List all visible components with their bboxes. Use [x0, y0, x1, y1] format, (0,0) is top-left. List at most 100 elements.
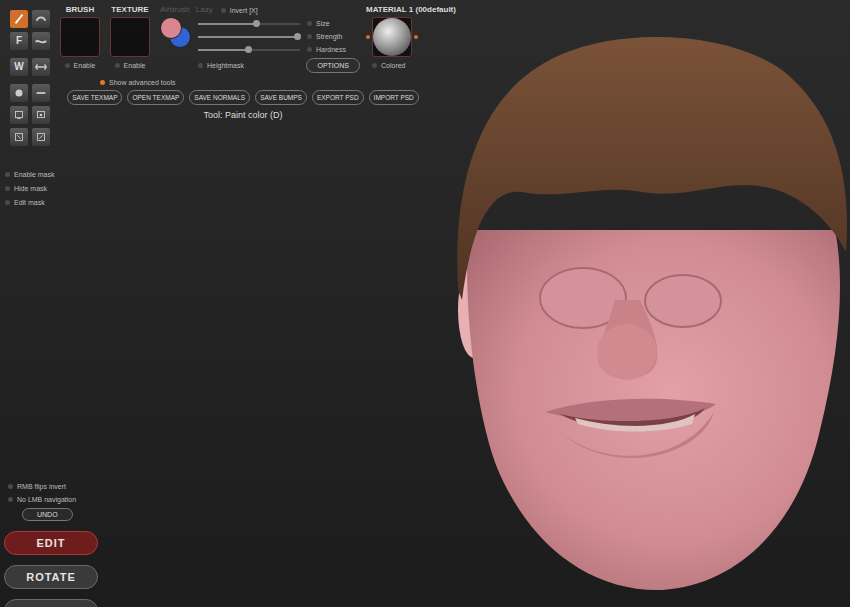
undo-button[interactable]: UNDO — [22, 508, 73, 521]
slider-label-checkbox[interactable] — [307, 21, 312, 26]
sliders: Size Strength Hardness — [198, 17, 346, 56]
heightmask-checkbox[interactable] — [198, 63, 203, 68]
brush-enable[interactable]: Enable — [65, 61, 96, 70]
file-button[interactable]: SAVE TEXMAP — [67, 90, 122, 105]
brush-bottom: Heightmask OPTIONS — [160, 58, 360, 73]
mode-button[interactable]: EDIT — [4, 531, 98, 555]
tool-button[interactable] — [32, 106, 50, 124]
slider-label[interactable]: Size — [307, 19, 330, 28]
mode-buttons: EDIT ROTATE — [4, 531, 850, 607]
app-window: FWBRUSHEnableTEXTUREEnableAirbrushLazyIn… — [0, 0, 850, 607]
tool-button[interactable] — [10, 128, 28, 146]
toolbar-row — [10, 128, 60, 146]
file-button[interactable]: IMPORT PSD — [369, 90, 419, 105]
material-colored[interactable]: Colored — [372, 61, 406, 70]
brush-slot[interactable] — [60, 17, 100, 57]
tool-icon — [34, 60, 48, 74]
toolbar-row: W — [10, 58, 60, 76]
material-colored-label: Colored — [381, 61, 406, 70]
brush-enable-label: Enable — [74, 61, 96, 70]
mask-option-checkbox[interactable] — [5, 200, 10, 205]
mask-option-label: Hide mask — [14, 184, 47, 193]
tool-button[interactable] — [32, 10, 50, 28]
slider-track[interactable] — [198, 23, 300, 25]
mask-option[interactable]: Edit mask — [5, 198, 850, 207]
options-button[interactable]: OPTIONS — [306, 58, 360, 73]
color-swatch[interactable] — [160, 17, 182, 39]
file-button[interactable]: SAVE BUMPS — [255, 90, 307, 105]
show-advanced[interactable]: Show advanced tools — [100, 78, 476, 87]
option-label[interactable]: Lazy — [196, 5, 213, 15]
tool-button[interactable] — [32, 32, 50, 50]
material-prev-dot[interactable] — [366, 35, 370, 39]
tool-button[interactable] — [32, 84, 50, 102]
tool-label: W — [14, 61, 23, 73]
material-sphere-icon — [373, 18, 411, 56]
option-toggle-label: Invert [X] — [230, 6, 258, 15]
mask-option-label: Enable mask — [14, 170, 54, 179]
file-button[interactable]: EXPORT PSD — [312, 90, 364, 105]
texture-label: TEXTURE — [111, 5, 148, 15]
tool-status: Tool: Paint color (D) — [203, 110, 282, 121]
mask-option-checkbox[interactable] — [5, 172, 10, 177]
material-preview — [366, 17, 418, 57]
bottom-option-checkbox[interactable] — [8, 497, 13, 502]
tool-label: F — [16, 35, 22, 47]
texture-enable[interactable]: Enable — [115, 61, 146, 70]
show-advanced-checkbox[interactable] — [100, 80, 105, 85]
mask-option[interactable]: Hide mask — [5, 184, 850, 193]
file-actions: SAVE TEXMAP OPEN TEXMAP SAVE NORMALS SAVE B… — [58, 90, 428, 121]
slider-label[interactable]: Hardness — [307, 45, 346, 54]
bottom-option[interactable]: RMB flips invert — [8, 482, 850, 491]
tool-button[interactable]: W — [10, 58, 28, 76]
slider-knob[interactable] — [253, 20, 260, 27]
viewport-head-model[interactable] — [0, 0, 850, 607]
material-slot[interactable] — [372, 17, 412, 57]
panel-row: BRUSH Enable TEXTURE Enable Airbrush Lazy Inve… — [60, 5, 476, 73]
brush-enable-checkbox[interactable] — [65, 63, 70, 68]
tool-button[interactable] — [32, 128, 50, 146]
tool-button[interactable] — [32, 58, 50, 76]
file-buttons: SAVE TEXMAP OPEN TEXMAP SAVE NORMALS SAVE B… — [67, 90, 419, 105]
file-button[interactable]: OPEN TEXMAP — [127, 90, 184, 105]
slider-label-checkbox[interactable] — [307, 34, 312, 39]
option-toggle[interactable]: Invert [X] — [221, 6, 258, 15]
option-label[interactable]: Airbrush — [160, 5, 190, 15]
material-colored-checkbox[interactable] — [372, 63, 377, 68]
toolbar-row: F — [10, 32, 60, 50]
toolbar: FW — [0, 5, 60, 146]
slider-label[interactable]: Strength — [307, 32, 342, 41]
brush-label: BRUSH — [66, 5, 94, 15]
tool-icon — [34, 86, 48, 100]
tool-button[interactable] — [10, 10, 28, 28]
texture-enable-checkbox[interactable] — [115, 63, 120, 68]
slider-label-checkbox[interactable] — [307, 47, 312, 52]
slider-track[interactable] — [198, 49, 300, 51]
material-label: MATERIAL 1 (00default) — [366, 5, 456, 15]
option-toggle-checkbox[interactable] — [221, 8, 226, 13]
tool-button[interactable] — [10, 84, 28, 102]
texture-slot[interactable] — [110, 17, 150, 57]
slider-fill — [198, 23, 256, 25]
slider-knob[interactable] — [245, 46, 252, 53]
tool-button[interactable] — [10, 106, 28, 124]
mode-button[interactable] — [4, 599, 98, 607]
color-swatches — [160, 17, 192, 49]
mode-button[interactable]: ROTATE — [4, 565, 98, 589]
ui-overlay: FWBRUSHEnableTEXTUREEnableAirbrushLazyIn… — [0, 0, 850, 607]
bottom-option-checkbox[interactable] — [8, 484, 13, 489]
tool-button[interactable]: F — [10, 32, 28, 50]
slider-track[interactable] — [198, 36, 300, 38]
material-next-dot[interactable] — [414, 35, 418, 39]
slider-fill — [198, 49, 248, 51]
bottom-option[interactable]: No LMB navigation — [8, 495, 850, 504]
toolbar-row — [10, 106, 60, 124]
heightmask[interactable]: Heightmask — [198, 61, 244, 70]
mask-option-checkbox[interactable] — [5, 186, 10, 191]
mask-option[interactable]: Enable mask — [5, 170, 850, 179]
slider-row: Hardness — [198, 43, 346, 56]
toolbar-row — [10, 84, 60, 102]
file-button[interactable]: SAVE NORMALS — [189, 90, 250, 105]
texture-enable-label: Enable — [124, 61, 146, 70]
slider-knob[interactable] — [294, 33, 301, 40]
